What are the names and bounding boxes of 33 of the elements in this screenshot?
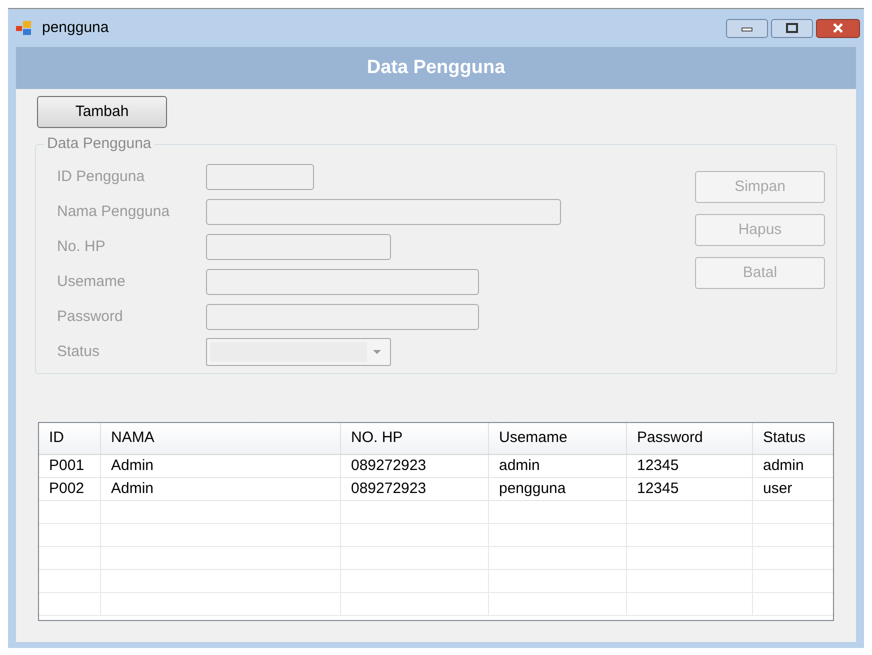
field-label: ID Pengguna <box>57 166 146 187</box>
close-icon <box>830 23 846 33</box>
column-header[interactable]: Status <box>753 423 833 454</box>
table-cell: user <box>753 478 833 500</box>
maximize-icon <box>784 23 800 33</box>
field-label: Status <box>57 342 101 362</box>
table-cell: pengguna <box>489 478 627 500</box>
column-header[interactable]: ID <box>39 423 101 454</box>
table-cell: 089272923 <box>341 478 489 500</box>
window-title: pengguna <box>42 18 109 38</box>
table-cell: P001 <box>39 455 101 477</box>
field-label: Nama Pengguna <box>57 202 171 222</box>
table-cell: 089272923 <box>341 455 489 477</box>
close-button[interactable] <box>816 18 860 38</box>
field-label: Password <box>57 306 124 327</box>
maximize-button[interactable] <box>771 18 813 38</box>
table-cell: Admin <box>101 478 341 500</box>
table-cell: admin <box>753 455 833 477</box>
table-cell: admin <box>489 455 627 477</box>
table-cell: 12345 <box>627 478 753 500</box>
column-header[interactable]: NO. HP <box>341 423 489 454</box>
minimize-button[interactable] <box>726 18 768 38</box>
table-cell: 12345 <box>627 455 753 477</box>
field-label: No. HP <box>57 236 106 257</box>
table-cell: P002 <box>39 478 101 500</box>
field-label: Usemame <box>57 272 126 292</box>
column-header[interactable]: Password <box>627 423 753 454</box>
column-header[interactable]: Usemame <box>489 423 627 454</box>
table-cell: Admin <box>101 455 341 477</box>
column-header[interactable]: NAMA <box>101 423 341 454</box>
add-button[interactable]: Tambah <box>37 96 167 128</box>
app-icon <box>16 21 32 35</box>
header-title: Data Pengguna <box>366 56 506 80</box>
